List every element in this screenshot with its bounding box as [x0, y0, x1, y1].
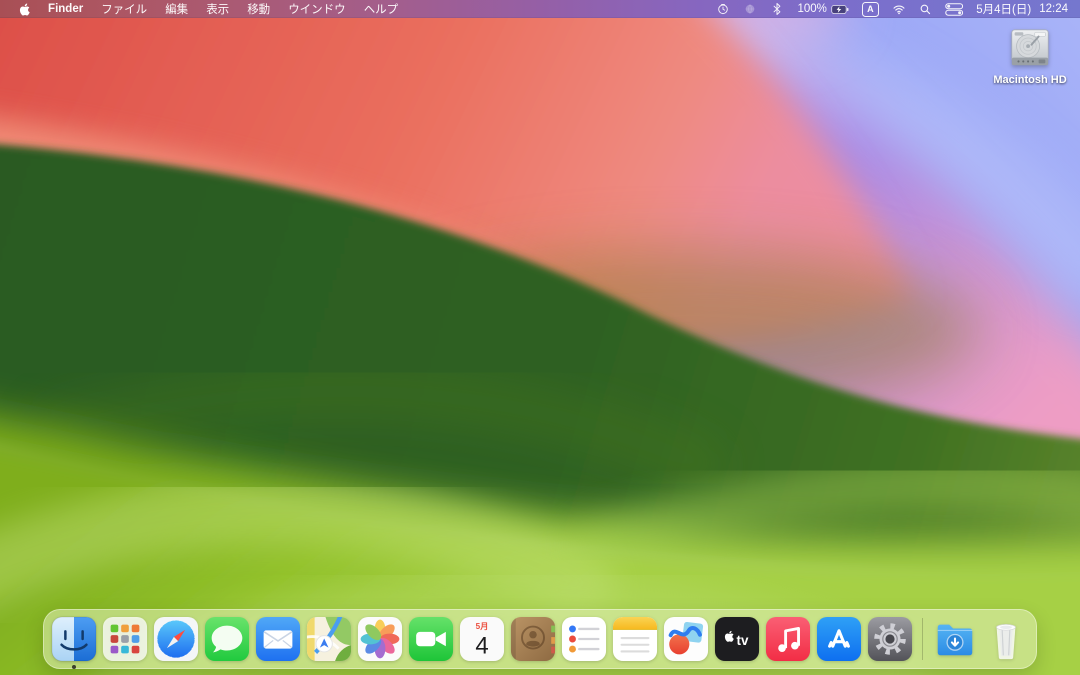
menu-item-file[interactable]: ファイル — [92, 0, 156, 18]
reminders-icon — [561, 616, 607, 662]
mail-icon — [255, 616, 301, 662]
dock-icon-apple-tv[interactable]: tv — [714, 616, 760, 662]
dock-icon-trash[interactable] — [983, 616, 1029, 662]
menu-item-help[interactable]: ヘルプ — [355, 0, 408, 18]
messages-icon — [204, 616, 250, 662]
dock-icon-system-settings[interactable] — [867, 616, 913, 662]
menu-item-app-name[interactable]: Finder — [39, 0, 92, 18]
photos-icon — [357, 616, 403, 662]
dock-icon-music[interactable] — [765, 616, 811, 662]
battery-charging-icon — [831, 3, 849, 16]
menu-bar: Finder ファイル 編集 表示 移動 ウインドウ ヘルプ 100% A — [0, 0, 1080, 18]
dock-icon-calendar[interactable]: 5月 4 — [459, 616, 505, 662]
menu-item-go[interactable]: 移動 — [238, 0, 279, 18]
dock-icon-safari[interactable] — [153, 616, 199, 662]
dock-icon-launchpad[interactable] — [102, 616, 148, 662]
search-icon[interactable] — [919, 0, 932, 18]
hard-drive-icon — [1007, 27, 1053, 71]
bluetooth-icon[interactable] — [770, 0, 784, 18]
battery-percent-label: 100% — [797, 3, 826, 15]
dock-icon-mail[interactable] — [255, 616, 301, 662]
dock-icon-app-store[interactable] — [816, 616, 862, 662]
calendar-day-label: 4 — [475, 632, 488, 659]
menu-datetime[interactable]: 5月4日(日) 12:24 — [976, 1, 1068, 17]
running-indicator — [72, 665, 76, 669]
system-settings-icon — [867, 616, 913, 662]
app-store-icon — [816, 616, 862, 662]
trash-icon — [983, 616, 1029, 662]
launchpad-icon — [102, 616, 148, 662]
battery-status[interactable]: 100% — [797, 3, 848, 16]
dock-icon-photos[interactable] — [357, 616, 403, 662]
apple-menu[interactable] — [10, 0, 39, 18]
safari-icon — [153, 616, 199, 662]
dock-icon-reminders[interactable] — [561, 616, 607, 662]
downloads-folder-icon — [932, 616, 978, 662]
freeform-icon — [663, 616, 709, 662]
wifi-icon[interactable] — [892, 0, 906, 18]
dock: 5月 4 — [43, 609, 1037, 669]
calendar-icon: 5月 4 — [459, 616, 505, 662]
volume-label: Macintosh HD — [993, 74, 1066, 86]
dock-icon-contacts[interactable] — [510, 616, 556, 662]
music-icon — [765, 616, 811, 662]
svg-text:tv: tv — [737, 633, 749, 648]
desktop-icon-macintosh-hd[interactable]: Macintosh HD — [990, 27, 1070, 86]
desktop-wallpaper — [0, 0, 1080, 675]
dock-separator — [922, 618, 923, 660]
contacts-icon — [510, 616, 556, 662]
dock-icon-facetime[interactable] — [408, 616, 454, 662]
menu-item-view[interactable]: 表示 — [197, 0, 238, 18]
apple-tv-icon: tv — [714, 616, 760, 662]
clock-icon[interactable] — [716, 0, 730, 18]
menu-item-window[interactable]: ウインドウ — [279, 0, 355, 18]
maps-icon — [306, 616, 352, 662]
dock-icon-finder[interactable] — [51, 616, 97, 662]
menu-date: 5月4日(日) — [976, 1, 1031, 17]
dock-icon-maps[interactable] — [306, 616, 352, 662]
input-source-badge[interactable]: A — [862, 2, 879, 17]
control-center-icon[interactable] — [945, 0, 963, 18]
globe-dimmed-icon[interactable] — [743, 0, 757, 18]
dock-icon-freeform[interactable] — [663, 616, 709, 662]
notes-icon — [612, 616, 658, 662]
finder-icon — [51, 616, 97, 662]
dock-icon-messages[interactable] — [204, 616, 250, 662]
calendar-month-label: 5月 — [476, 622, 489, 631]
apple-icon — [19, 3, 30, 16]
menu-item-edit[interactable]: 編集 — [156, 0, 197, 18]
menu-time: 12:24 — [1039, 3, 1068, 15]
dock-icon-downloads[interactable] — [932, 616, 978, 662]
facetime-icon — [408, 616, 454, 662]
dock-icon-notes[interactable] — [612, 616, 658, 662]
